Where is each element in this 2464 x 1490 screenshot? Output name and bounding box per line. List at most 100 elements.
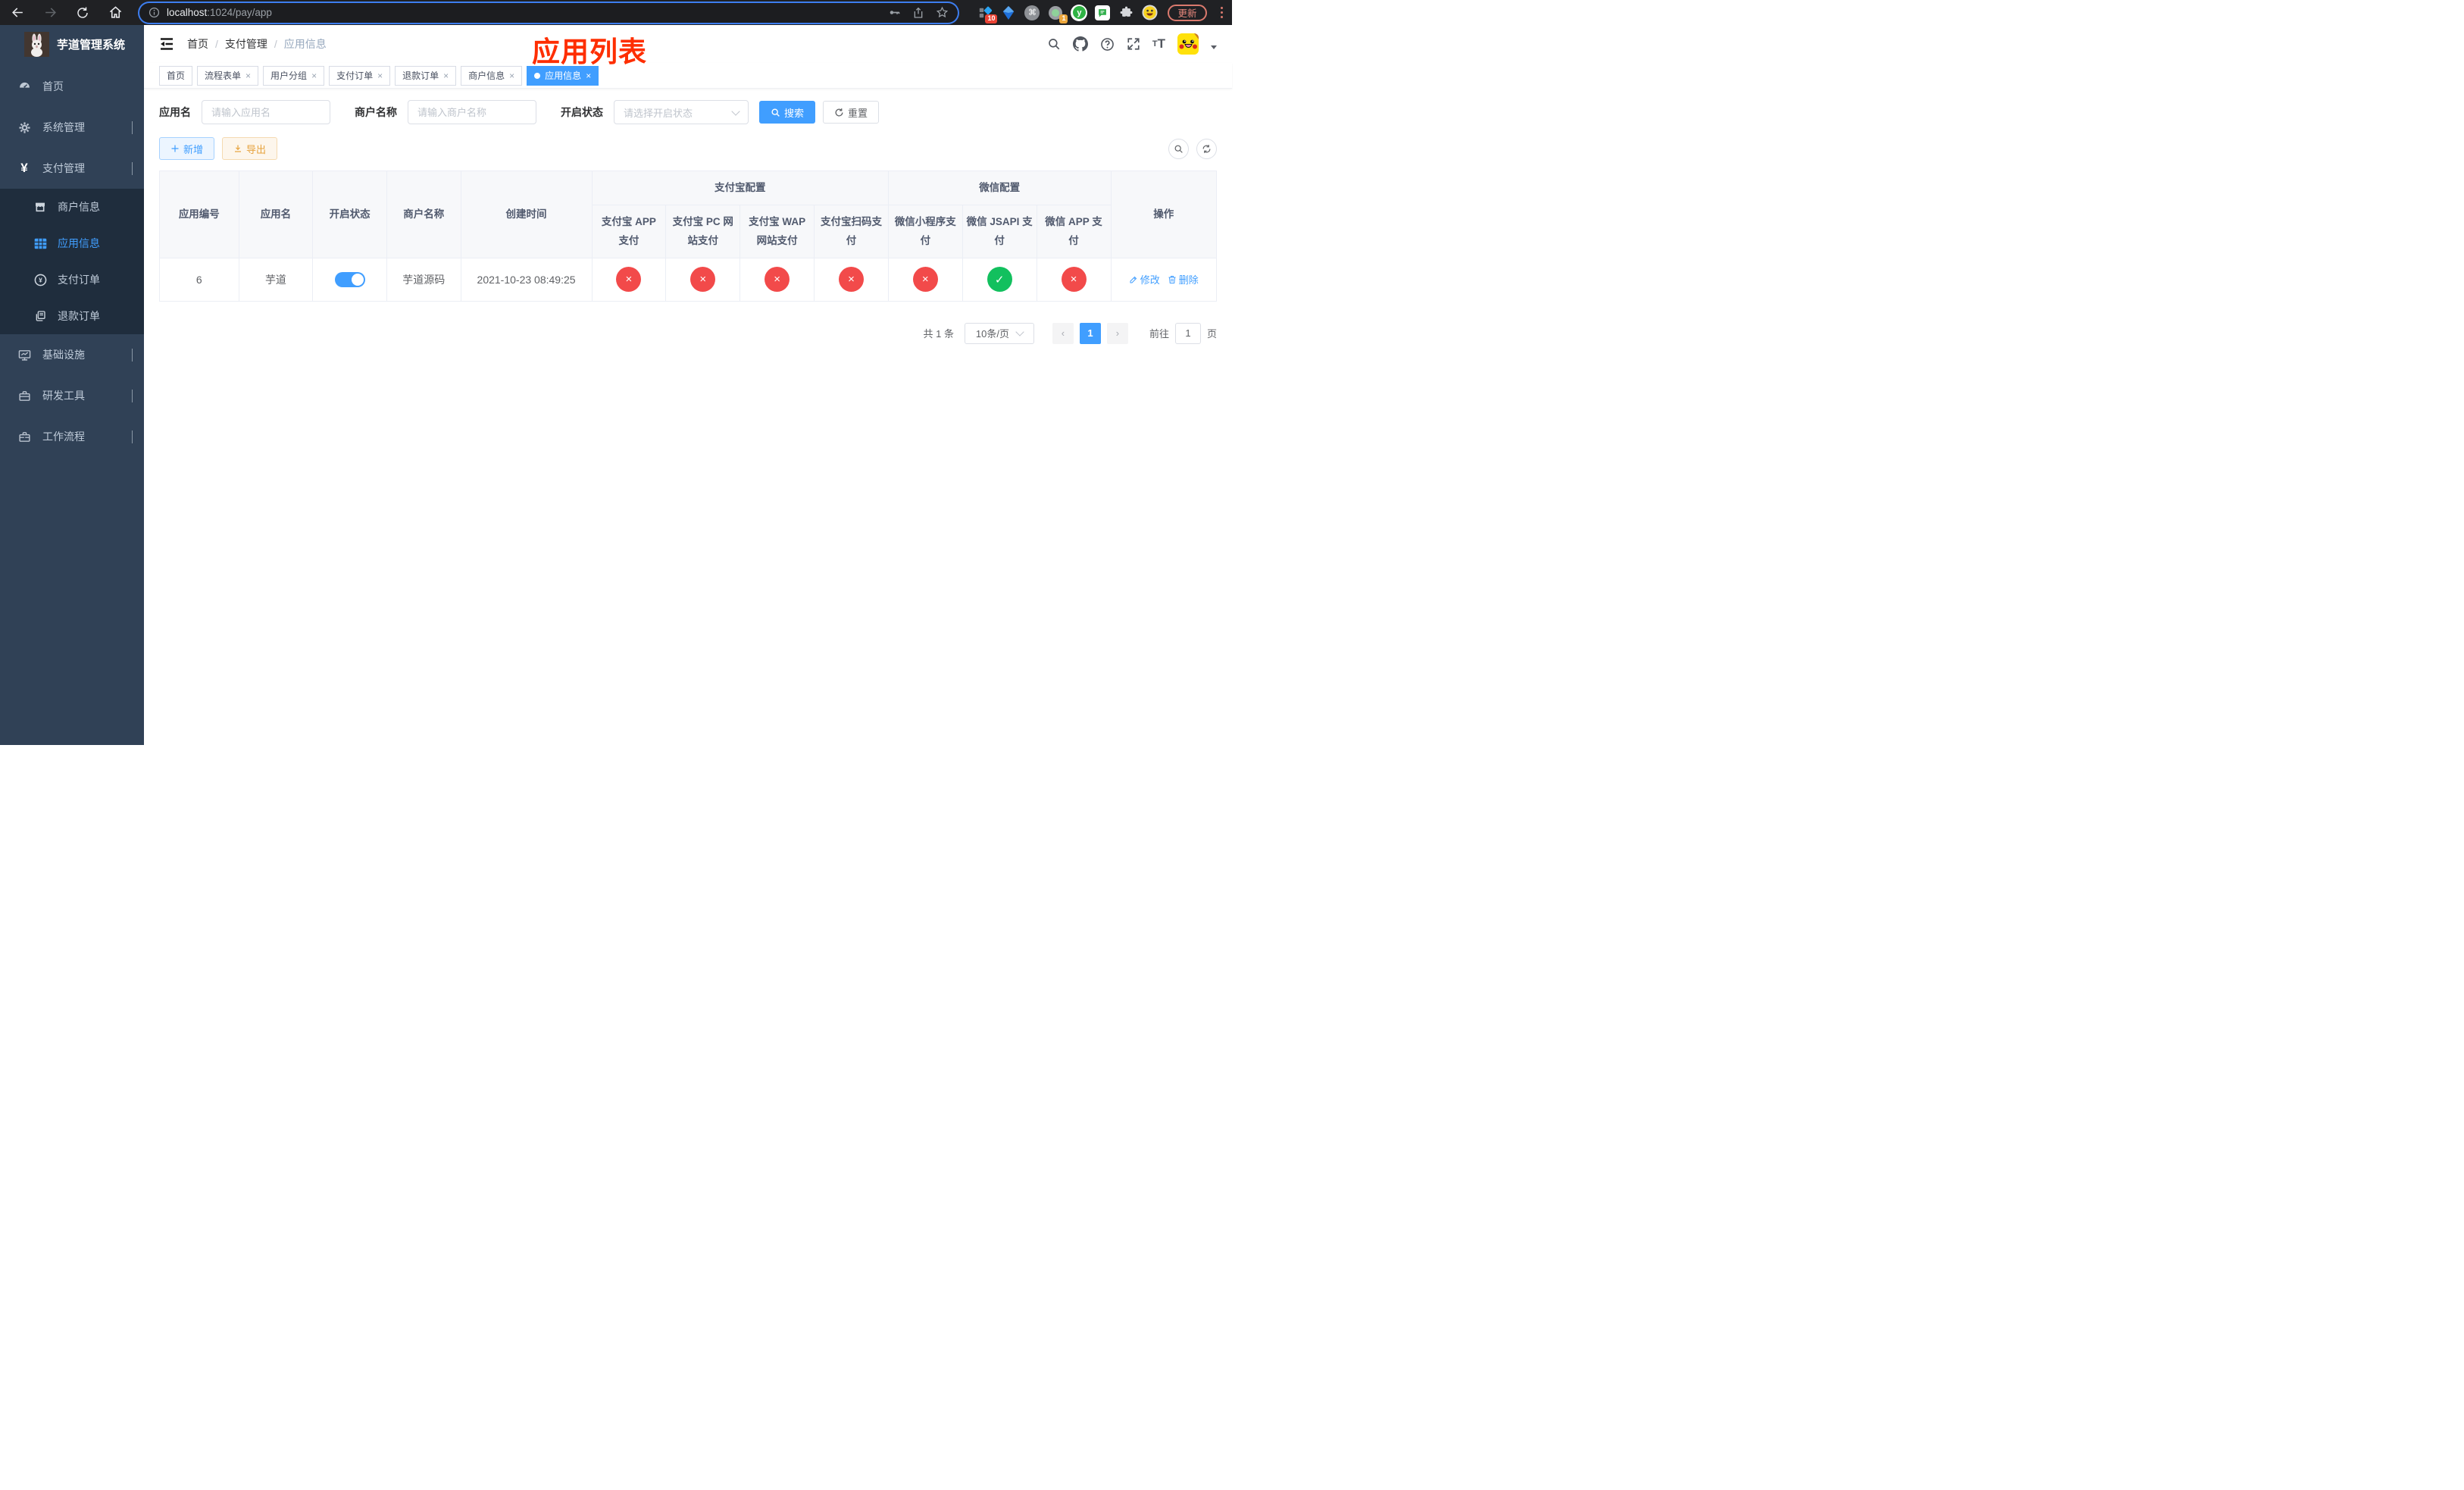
reset-button[interactable]: 重置 [823,101,880,124]
tab-close-icon[interactable]: × [509,70,514,81]
store-icon [33,201,47,213]
tab-process-form[interactable]: 流程表单 × [197,65,259,86]
chevron-down-icon [132,121,133,134]
wechat-mini-status-icon: × [912,267,938,293]
password-key-icon[interactable] [888,6,901,19]
extension-recorder-icon[interactable]: 1 [1047,5,1068,23]
chevron-down-icon [132,349,133,362]
chrome-update-button[interactable]: 更新 [1168,4,1207,21]
avatar-caret-icon[interactable] [1211,45,1217,49]
sidebar-item-label: 系统管理 [42,121,85,133]
extension-badge: 1 [1059,14,1068,23]
edit-link[interactable]: 修改 [1129,272,1160,286]
refresh-icon [835,108,843,116]
sidebar-item-system[interactable]: 系统管理 [0,107,144,148]
header-search-icon[interactable] [1047,37,1061,51]
breadcrumb-current: 应用信息 [283,38,327,50]
goto-page-input[interactable] [1174,322,1201,344]
sidebar-item-workflow[interactable]: 工作流程 [0,416,144,457]
share-icon[interactable] [912,7,924,19]
prev-page-button[interactable]: ‹ [1052,322,1074,344]
tab-close-icon[interactable]: × [377,70,383,81]
fullscreen-icon[interactable] [1127,37,1140,51]
sidebar-item-payment[interactable]: ¥ 支付管理 [0,148,144,189]
status-select[interactable]: 请选择开启状态 [614,100,749,124]
address-bar[interactable]: localhost:1024/pay/app [139,2,958,23]
bookmark-star-icon[interactable] [936,6,949,19]
tab-user-group[interactable]: 用户分组 × [263,65,325,86]
extension-command-icon[interactable]: ⌘ [1024,5,1040,21]
export-button[interactable]: 导出 [222,137,278,160]
refresh-table-button[interactable] [1196,138,1217,159]
alipay-qr-status-icon: × [838,267,864,293]
sidebar-item-dev-tools[interactable]: 研发工具 [0,375,144,416]
site-info-icon[interactable] [149,7,160,18]
breadcrumb-payment[interactable]: 支付管理 [225,36,267,52]
back-icon[interactable] [8,3,27,23]
column-header-wechat-jsapi: 微信 JSAPI 支付 [962,204,1037,258]
wechat-jsapi-status-icon: ✓ [987,267,1012,293]
trash-icon [1168,275,1176,283]
sidebar-item-pay-orders[interactable]: ¥ 支付订单 [0,261,144,298]
help-icon[interactable] [1100,37,1115,52]
column-header-id: 应用编号 [159,171,239,258]
extension-chat-icon[interactable] [1094,5,1111,21]
browser-menu-icon[interactable] [1219,5,1225,20]
tab-close-icon[interactable]: × [245,70,251,81]
column-header-wechat-mini: 微信小程序支付 [887,204,963,258]
extension-kite-icon[interactable] [1000,5,1017,21]
sidebar-item-refund-orders[interactable]: 退款订单 [0,298,144,334]
sidebar-item-merchant-info[interactable]: 商户信息 [0,189,144,225]
download-icon [235,145,242,152]
delete-link[interactable]: 删除 [1168,272,1199,286]
column-header-status: 开启状态 [312,171,387,258]
sidebar-item-app-info[interactable]: 应用信息 [0,225,144,261]
sidebar-collapse-icon[interactable] [159,36,174,52]
font-size-icon[interactable]: TT [1152,36,1165,52]
show-search-button[interactable] [1168,138,1189,159]
tab-pay-orders[interactable]: 支付订单 × [329,65,391,86]
tab-close-icon[interactable]: × [311,70,317,81]
extensions-puzzle-icon[interactable] [1118,5,1134,21]
column-header-alipay-app: 支付宝 APP 支付 [591,204,667,258]
search-button[interactable]: 搜索 [759,101,816,124]
reload-icon[interactable] [73,3,92,23]
page-unit-label: 页 [1206,328,1217,340]
tab-refund-orders[interactable]: 退款订单 × [395,65,457,86]
merchant-name-input[interactable] [408,100,536,124]
cell-app-id: 6 [159,257,239,302]
tab-close-icon[interactable]: × [586,70,591,81]
tab-home[interactable]: 首页 [159,65,193,86]
goto-label: 前往 [1149,328,1169,340]
table-row: 6 芋道 芋道源码 2021-10-23 08:49:25 × × × × × … [159,257,1217,302]
extension-y-icon[interactable]: y [1071,4,1088,21]
column-header-alipay-qr: 支付宝扫码支付 [814,204,889,258]
wechat-app-status-icon: × [1061,267,1087,293]
sidebar-item-infrastructure[interactable]: 基础设施 [0,334,144,375]
github-icon[interactable] [1072,36,1088,52]
extension-grid-icon[interactable]: 10 [977,5,998,23]
home-icon[interactable] [105,3,125,23]
breadcrumb-home[interactable]: 首页 [187,36,208,52]
yen-circle-icon: ¥ [33,274,47,286]
column-header-created: 创建时间 [460,171,593,258]
column-header-name: 应用名 [238,171,314,258]
page-size-select[interactable]: 10条/页 [964,322,1034,344]
page-number-button[interactable]: 1 [1079,322,1101,344]
user-avatar[interactable] [1177,33,1199,55]
forward-icon[interactable] [40,3,60,23]
cell-app-name: 芋道 [238,257,314,302]
tab-close-icon[interactable]: × [443,70,449,81]
extension-badge: 10 [985,14,998,23]
next-page-button[interactable]: › [1106,322,1128,344]
app-name-input[interactable] [202,100,330,124]
status-toggle[interactable] [334,271,365,287]
plus-icon [171,145,179,152]
chevron-down-icon [132,430,133,443]
browser-profile-avatar[interactable] [1141,5,1158,21]
documents-icon [33,310,47,322]
app-logo[interactable]: 芋道管理系统 [0,25,144,63]
add-button[interactable]: 新增 [159,137,215,160]
tab-merchant-info[interactable]: 商户信息 × [461,65,523,86]
sidebar-item-home[interactable]: 首页 [0,66,144,107]
